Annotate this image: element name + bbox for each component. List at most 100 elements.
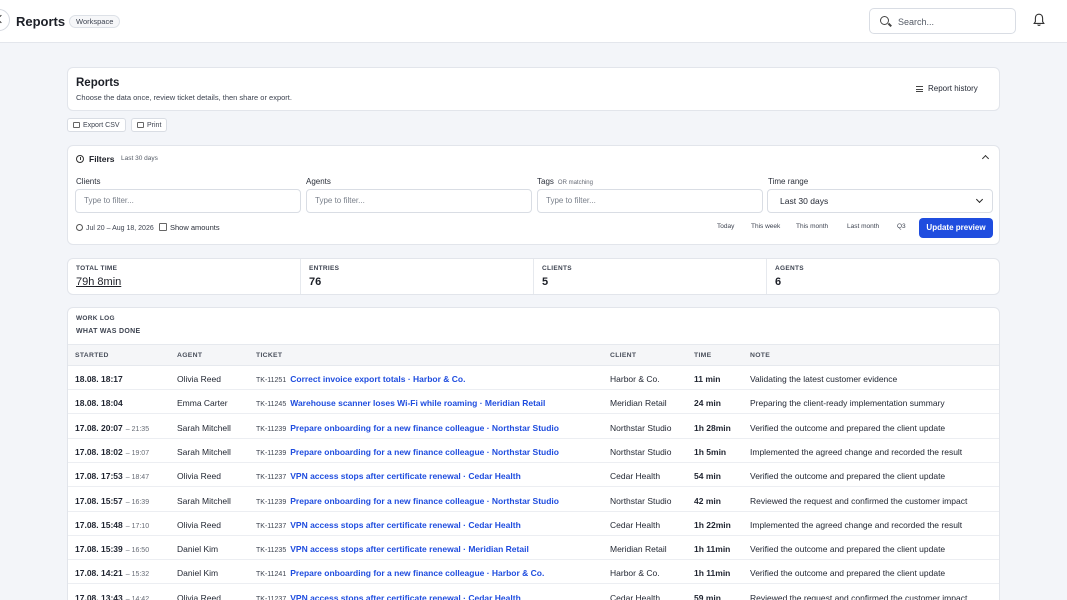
filters-toggle[interactable]: Filters (76, 154, 115, 164)
row-ticket-link[interactable]: VPN access stops after certificate renew… (290, 520, 521, 530)
clock-icon (76, 155, 84, 163)
report-history-button[interactable]: Report history (916, 84, 978, 93)
date-range: Jul 20 – Aug 18, 2026 (76, 224, 154, 232)
row-client: Northstar Studio (610, 422, 672, 433)
time-range-label: Time range (768, 177, 809, 186)
row-agent: Olivia Reed (177, 471, 221, 482)
quick-range-this-month[interactable]: This month (796, 223, 828, 230)
table-row[interactable]: 17.08. 15:48– 17:10 Olivia Reed TK-11237 VP… (68, 512, 999, 536)
row-start-time: 17.08. 18:02 (75, 446, 123, 457)
row-ticket-link[interactable]: Prepare onboarding for a new finance col… (290, 423, 559, 433)
row-end-time: – 21:35 (125, 425, 150, 433)
column-note[interactable]: NOTE (750, 352, 770, 359)
search-input[interactable] (898, 14, 1008, 29)
table-row[interactable]: 17.08. 14:21– 15:32 Daniel Kim TK-11241 Pre… (68, 560, 999, 585)
show-amounts-checkbox[interactable] (159, 223, 167, 231)
column-time[interactable]: TIME (694, 352, 711, 359)
row-ticket-id: TK-11237 (256, 522, 287, 530)
row-ticket: TK-11239 Prepare onboarding for a new fin… (256, 447, 559, 457)
row-ticket-link[interactable]: VPN access stops after certificate renew… (290, 471, 521, 481)
row-ticket: TK-11239 Prepare onboarding for a new fin… (256, 423, 559, 433)
quick-range-this-week[interactable]: This week (751, 223, 780, 230)
time-range-select[interactable]: Last 30 days (767, 189, 993, 213)
row-ticket-link[interactable]: Prepare onboarding for a new finance col… (290, 568, 544, 578)
row-client: Harbor & Co. (610, 568, 660, 579)
row-time: 24 min (694, 398, 721, 409)
row-note: Implemented the agreed change and record… (750, 446, 963, 457)
row-client: Cedar Health (610, 471, 661, 482)
table-row[interactable]: 18.08. 18:04 Emma Carter TK-11245 Warehouse… (68, 390, 999, 415)
stat-label: CLIENTS (542, 265, 572, 272)
clients-filter-input[interactable]: Type to filter... (75, 189, 301, 213)
row-ticket: TK-11237 VPN access stops after certifica… (256, 593, 521, 600)
row-started: 17.08. 18:02– 19:07 (75, 447, 149, 457)
row-time: 54 min (694, 471, 721, 482)
tags-filter-input[interactable]: Type to filter... (537, 189, 763, 213)
stat-value[interactable]: 79h 8min (76, 276, 121, 288)
row-agent: Daniel Kim (177, 568, 219, 579)
row-note: Implemented the agreed change and record… (750, 519, 963, 530)
stat-value: 76 (309, 276, 322, 288)
chevron-left-icon (0, 14, 6, 24)
row-end-time: – 15:32 (125, 571, 150, 579)
column-agent[interactable]: AGENT (177, 352, 202, 359)
agents-filter-input[interactable]: Type to filter... (306, 189, 532, 213)
row-agent: Sarah Mitchell (177, 495, 231, 506)
show-amounts-label: Show amounts (170, 223, 220, 232)
table-row[interactable]: 17.08. 18:02– 19:07 Sarah Mitchell TK-1123… (68, 439, 999, 463)
row-start-time: 17.08. 20:07 (75, 422, 123, 433)
chevron-up-icon[interactable] (981, 154, 990, 163)
row-ticket: TK-11237 VPN access stops after certifica… (256, 520, 521, 530)
row-ticket-id: TK-11237 (256, 474, 287, 482)
back-button[interactable] (0, 9, 10, 31)
table-row[interactable]: 17.08. 15:57– 16:39 Sarah Mitchell TK-1123… (68, 488, 999, 512)
show-amounts-toggle[interactable]: Show amounts (159, 223, 220, 232)
row-started: 17.08. 15:39– 16:50 (75, 544, 149, 554)
column-ticket[interactable]: TICKET (256, 352, 282, 359)
row-ticket-link[interactable]: Prepare onboarding for a new finance col… (290, 496, 559, 506)
row-agent: Daniel Kim (177, 544, 219, 555)
row-ticket-link[interactable]: VPN access stops after certificate renew… (290, 544, 529, 554)
row-ticket: TK-11241 Prepare onboarding for a new fin… (256, 568, 544, 578)
row-started: 17.08. 13:43– 14:42 (75, 593, 149, 600)
table-row[interactable]: 17.08. 17:53– 18:47 Olivia Reed TK-11237 VP… (68, 463, 999, 488)
table-row[interactable]: 17.08. 20:07– 21:35 Sarah Mitchell TK-1123… (68, 415, 999, 439)
search-box[interactable] (869, 8, 1016, 34)
quick-range-q3[interactable]: Q3 (897, 223, 906, 230)
row-note: Reviewed the request and confirmed the c… (750, 495, 968, 506)
export-csv-button[interactable]: Export CSV (67, 118, 126, 132)
row-ticket-link[interactable]: VPN access stops after certificate renew… (290, 593, 521, 600)
row-start-time: 18.08. 18:04 (75, 398, 123, 409)
table-row[interactable]: 17.08. 15:39– 16:50 Daniel Kim TK-11235 VPN… (68, 536, 999, 561)
bell-icon[interactable] (1033, 13, 1045, 27)
row-start-time: 17.08. 15:48 (75, 519, 123, 530)
column-started[interactable]: STARTED (75, 352, 109, 359)
row-client: Northstar Studio (610, 495, 672, 506)
row-time: 1h 11min (694, 544, 731, 555)
column-client[interactable]: CLIENT (610, 352, 636, 359)
row-agent: Sarah Mitchell (177, 446, 231, 457)
row-end-time: – 18:47 (125, 474, 150, 482)
update-preview-button[interactable]: Update preview (919, 218, 993, 238)
row-started: 17.08. 15:57– 16:39 (75, 496, 149, 506)
row-ticket: TK-11237 VPN access stops after certifica… (256, 471, 521, 481)
row-client: Northstar Studio (610, 446, 672, 457)
row-ticket-link[interactable]: Correct invoice export totals · Harbor &… (290, 374, 465, 384)
row-ticket: TK-11235 VPN access stops after certifica… (256, 544, 529, 554)
row-start-time: 18.08. 18:17 (75, 374, 123, 384)
row-ticket: TK-11239 Prepare onboarding for a new fin… (256, 496, 559, 506)
quick-range-last-month[interactable]: Last month (847, 223, 879, 230)
table-row[interactable]: 18.08. 18:17 Olivia Reed TK-11251 Correct i… (68, 366, 999, 390)
stat-total-time: TOTAL TIME 79h 8min (68, 259, 301, 294)
row-start-time: 17.08. 17:53 (75, 471, 123, 482)
quick-range-today[interactable]: Today (717, 223, 734, 230)
row-ticket-link[interactable]: Prepare onboarding for a new finance col… (290, 447, 559, 457)
list-icon (916, 85, 923, 92)
row-ticket-link[interactable]: Warehouse scanner loses Wi-Fi while roam… (290, 398, 545, 408)
table-row[interactable]: 17.08. 13:43– 14:42 Olivia Reed TK-11237 VP… (68, 585, 999, 600)
stat-agents: AGENTS 6 (767, 259, 999, 294)
print-button[interactable]: Print (131, 118, 168, 132)
row-agent: Sarah Mitchell (177, 422, 231, 433)
app-title: Reports (16, 14, 66, 29)
row-agent: Olivia Reed (177, 592, 221, 600)
